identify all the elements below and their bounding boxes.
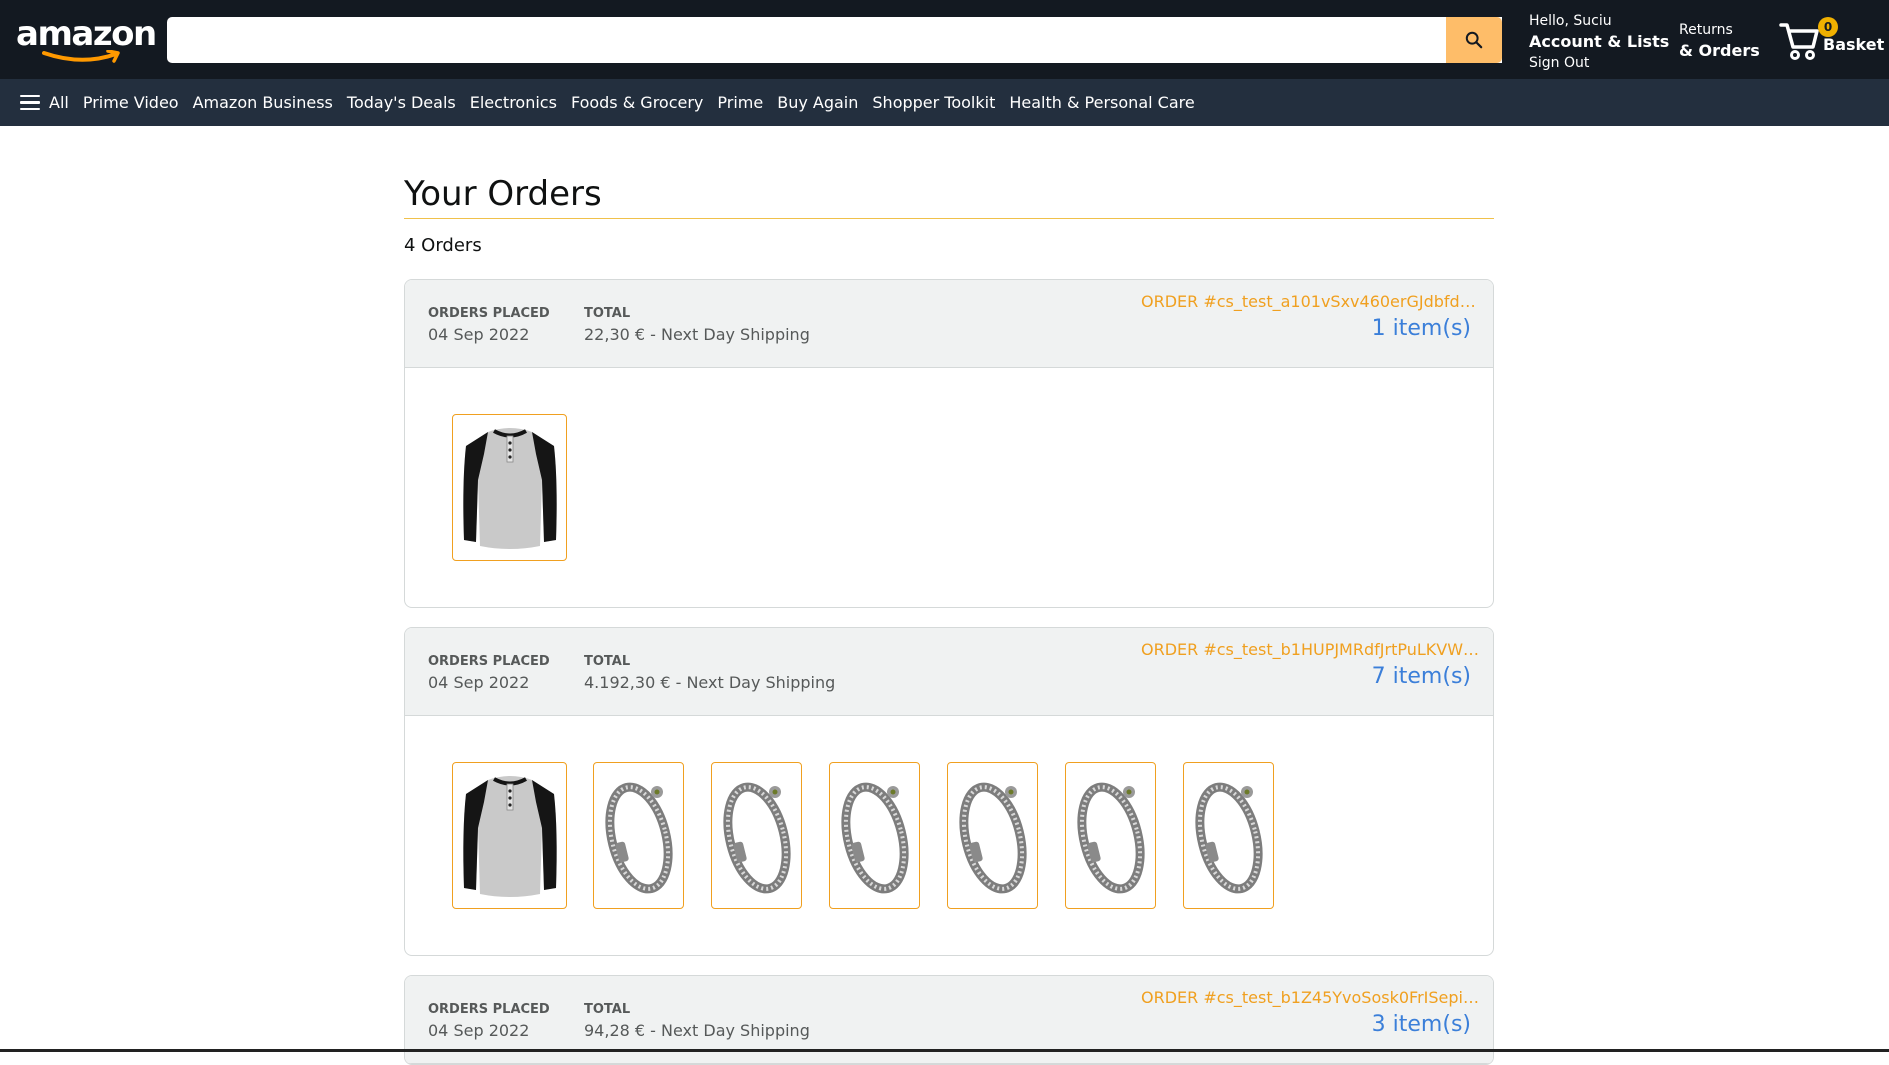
product-thumbnail[interactable] — [452, 414, 567, 561]
shirt-icon — [462, 427, 557, 549]
total-label: TOTAL — [584, 306, 631, 321]
nav-item-shopper-toolkit[interactable]: Shopper Toolkit — [872, 93, 995, 112]
nav-item-buy-again[interactable]: Buy Again — [777, 93, 858, 112]
bracelet-icon — [840, 782, 909, 893]
product-thumbnail[interactable] — [1183, 762, 1274, 909]
top-header: amazon Hello, Suciu Account & Lists Sign… — [0, 0, 1889, 79]
nav-item-foods-grocery[interactable]: Foods & Grocery — [571, 93, 703, 112]
order-total: 4.192,30 € - Next Day Shipping — [584, 673, 836, 692]
order-date: 04 Sep 2022 — [428, 1021, 530, 1040]
order-count: 4 Orders — [404, 235, 482, 256]
nav-item-prime[interactable]: Prime — [717, 93, 763, 112]
bracelet-icon — [1194, 782, 1263, 893]
basket-button[interactable]: 0 Basket — [1779, 15, 1885, 65]
returns-orders-link[interactable]: Returns & Orders — [1679, 20, 1760, 62]
order-card: ORDERS PLACED 04 Sep 2022 TOTAL 4.192,30… — [404, 627, 1494, 956]
orders-placed-label: ORDERS PLACED — [428, 654, 550, 669]
order-header: ORDERS PLACED 04 Sep 2022 TOTAL 4.192,30… — [405, 628, 1493, 716]
search-input[interactable] — [167, 17, 1502, 63]
search-button[interactable] — [1446, 17, 1502, 63]
order-id-link[interactable]: ORDER #cs_test_b1HUPJMRdfJrtPuLKVW296... — [1141, 640, 1481, 659]
orders-placed-label: ORDERS PLACED — [428, 306, 550, 321]
order-items — [405, 368, 1493, 607]
nav-all-menu[interactable]: All — [20, 91, 69, 115]
bracelet-icon — [722, 782, 791, 893]
order-id-link[interactable]: ORDER #cs_test_a101vSxv460erGJdbfdtUxic5… — [1141, 292, 1481, 311]
product-thumbnail[interactable] — [452, 762, 567, 909]
nav-item-todays-deals[interactable]: Today's Deals — [347, 93, 456, 112]
order-header: ORDERS PLACED 04 Sep 2022 TOTAL 22,30 € … — [405, 280, 1493, 368]
order-id-link[interactable]: ORDER #cs_test_b1Z45YvoSosk0FrISepiYZBO.… — [1141, 988, 1481, 1007]
product-thumbnail[interactable] — [593, 762, 684, 909]
smile-arrow-icon — [42, 50, 120, 63]
total-label: TOTAL — [584, 654, 631, 669]
order-total: 22,30 € - Next Day Shipping — [584, 325, 810, 344]
bracelet-icon — [604, 782, 673, 893]
order-card: ORDERS PLACED 04 Sep 2022 TOTAL 22,30 € … — [404, 279, 1494, 608]
account-lists-link[interactable]: Account & Lists — [1529, 31, 1669, 53]
nav-item-health-personal-care[interactable]: Health & Personal Care — [1009, 93, 1194, 112]
item-count-link[interactable]: 7 item(s) — [1372, 664, 1471, 689]
amazon-logo[interactable]: amazon — [16, 12, 157, 63]
bracelet-icon — [1076, 782, 1145, 893]
item-count-link[interactable]: 1 item(s) — [1372, 316, 1471, 341]
cart-icon — [1779, 23, 1819, 60]
nav-item-prime-video[interactable]: Prime Video — [83, 93, 179, 112]
cart-count-badge: 0 — [1818, 17, 1838, 37]
order-items — [405, 716, 1493, 955]
returns-label: Returns — [1679, 22, 1733, 38]
product-thumbnail[interactable] — [1065, 762, 1156, 909]
order-date: 04 Sep 2022 — [428, 673, 530, 692]
sign-out-link[interactable]: Sign Out — [1529, 53, 1669, 73]
nav-all-label: All — [49, 93, 69, 112]
total-label: TOTAL — [584, 1002, 631, 1017]
product-thumbnail[interactable] — [947, 762, 1038, 909]
page-title: Your Orders — [404, 174, 1494, 219]
hamburger-icon — [20, 91, 40, 115]
nav-item-amazon-business[interactable]: Amazon Business — [193, 93, 333, 112]
greeting-text: Hello, Suciu — [1529, 13, 1612, 29]
orders-page: Your Orders 4 Orders — [404, 126, 1494, 256]
search-icon — [1465, 31, 1483, 49]
shirt-icon — [462, 775, 557, 897]
basket-label: Basket — [1823, 35, 1885, 54]
nav-bar: All Prime Video Amazon Business Today's … — [0, 79, 1889, 126]
item-count-link[interactable]: 3 item(s) — [1372, 1012, 1471, 1037]
account-menu[interactable]: Hello, Suciu Account & Lists Sign Out — [1529, 11, 1669, 73]
nav-item-electronics[interactable]: Electronics — [470, 93, 557, 112]
order-total: 94,28 € - Next Day Shipping — [584, 1021, 810, 1040]
product-thumbnail[interactable] — [829, 762, 920, 909]
bracelet-icon — [958, 782, 1027, 893]
orders-placed-label: ORDERS PLACED — [428, 1002, 550, 1017]
orders-label: & Orders — [1679, 41, 1760, 60]
order-date: 04 Sep 2022 — [428, 325, 530, 344]
product-thumbnail[interactable] — [711, 762, 802, 909]
